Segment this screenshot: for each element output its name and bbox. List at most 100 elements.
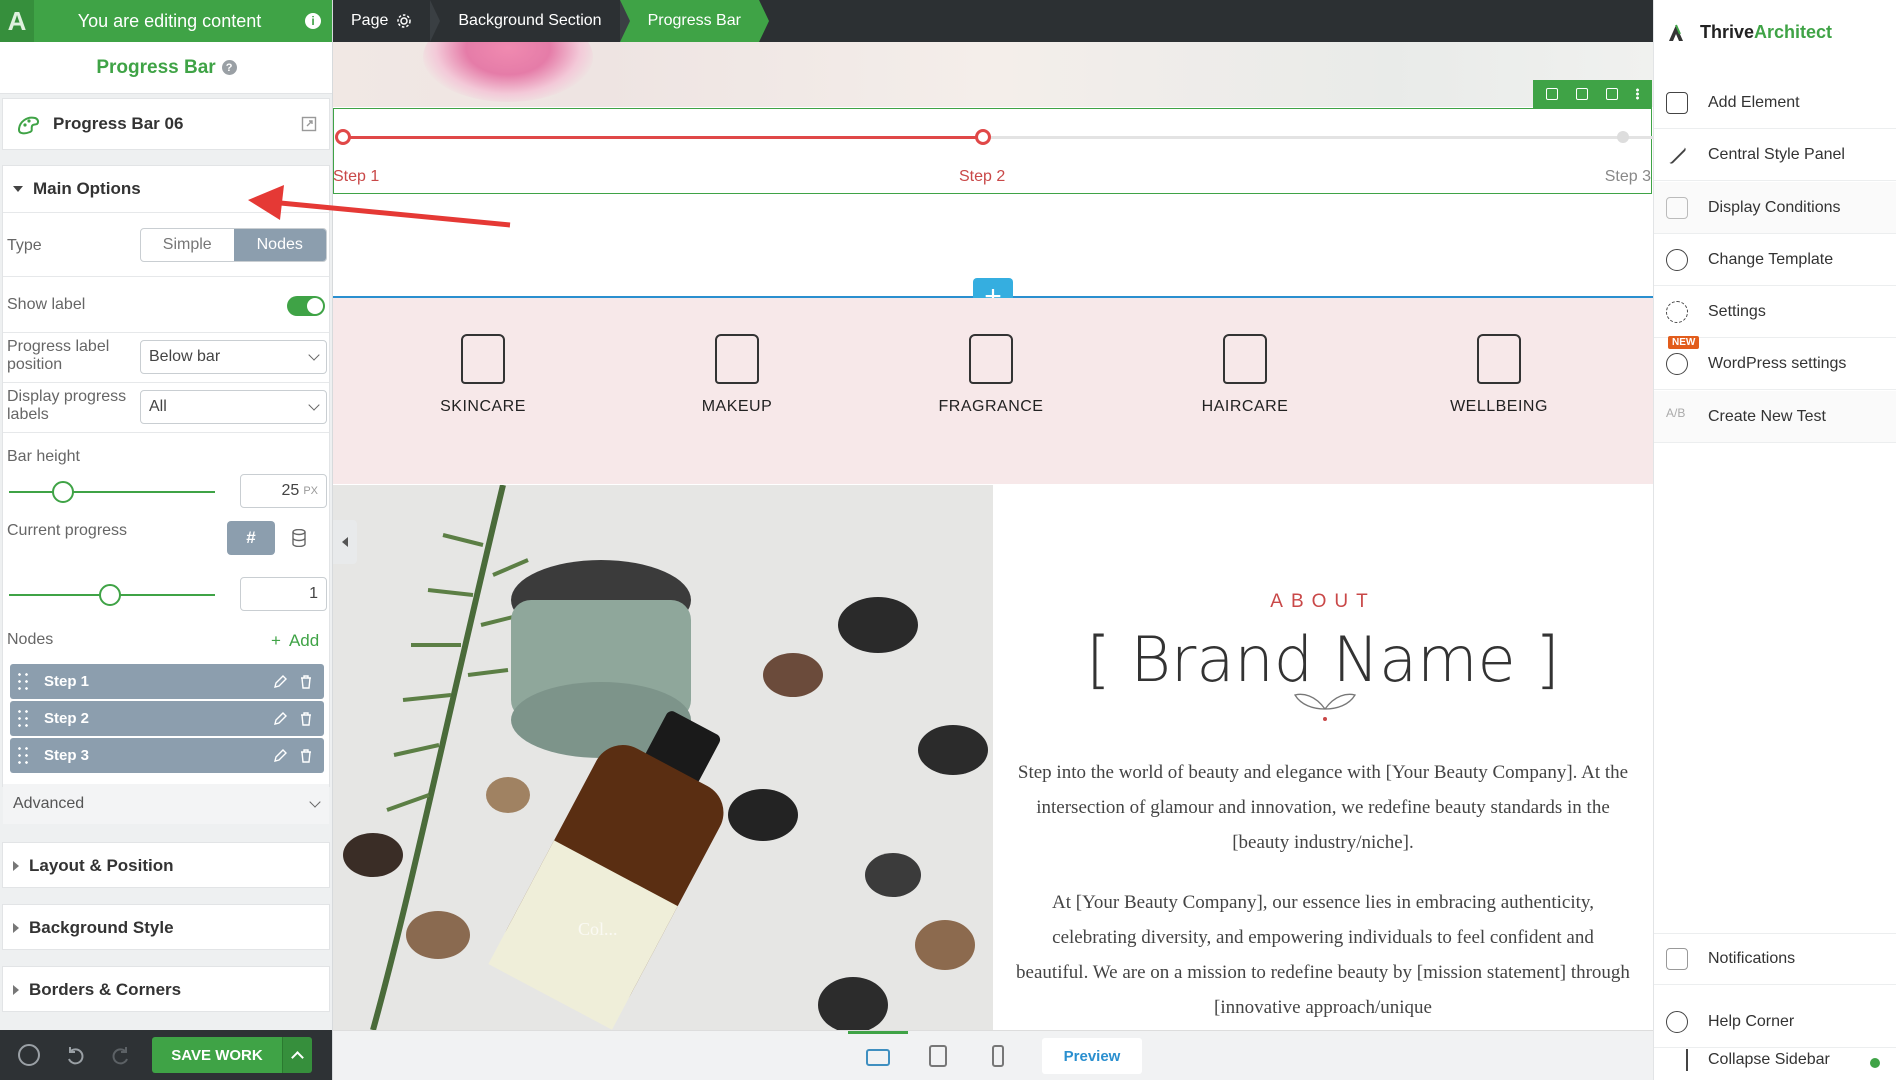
label-position-label: Progress label position (7, 338, 110, 373)
edit-icon[interactable] (272, 674, 288, 690)
category-item[interactable]: FRAGRANCE (891, 334, 1091, 416)
save-work-button[interactable]: SAVE WORK (152, 1037, 282, 1073)
mobile-view-button[interactable] (968, 1031, 1028, 1080)
sidebar-item-display-conditions[interactable]: Display Conditions (1654, 182, 1896, 234)
node-item[interactable]: Step 3 (10, 738, 324, 773)
sidebar-item-settings[interactable]: Settings (1654, 286, 1896, 338)
sidebar-item-create-new-test[interactable]: A/B Create New Test (1654, 391, 1896, 443)
status-indicator (1870, 1058, 1880, 1068)
drag-handle-icon[interactable] (16, 744, 30, 767)
preview-button[interactable]: Preview (1042, 1038, 1142, 1074)
external-link-icon[interactable] (301, 116, 317, 132)
haircare-icon (1223, 334, 1267, 384)
product-photo: Col... (333, 485, 993, 1030)
layout-position-section[interactable]: Layout & Position (2, 842, 330, 888)
current-progress-slider-thumb[interactable] (99, 584, 121, 606)
sidebar-item-change-template[interactable]: Change Template (1654, 234, 1896, 286)
database-icon[interactable] (291, 529, 307, 547)
element-toolbar (1533, 80, 1652, 108)
editing-notice-bar: A You are editing content i (0, 0, 332, 42)
edit-icon[interactable] (272, 711, 288, 727)
chevron-down-icon (308, 349, 320, 361)
about-paragraph-1[interactable]: Step into the world of beauty and elegan… (1015, 755, 1631, 860)
sidebar-item-wordpress-settings[interactable]: NEW WordPress settings (1654, 336, 1896, 390)
node-item[interactable]: Step 2 (10, 701, 324, 736)
progress-fill (343, 136, 988, 139)
bar-height-slider-thumb[interactable] (52, 481, 74, 503)
edit-icon[interactable] (272, 748, 288, 764)
desktop-icon (866, 1049, 890, 1066)
element-name: Progress Bar 06 (53, 114, 184, 133)
label-position-select[interactable]: Below bar (140, 340, 327, 374)
duplicate-icon[interactable] (1576, 88, 1588, 100)
sidebar-item-label: Settings (1708, 302, 1766, 320)
trash-icon[interactable] (298, 748, 314, 764)
gear-icon[interactable] (396, 13, 412, 29)
more-icon[interactable] (1636, 88, 1639, 100)
category-item[interactable]: HAIRCARE (1145, 334, 1345, 416)
caret-right-icon (13, 923, 19, 933)
sidebar-item-collapse-sidebar[interactable]: Collapse Sidebar (1654, 1040, 1896, 1080)
thrive-logo-icon[interactable]: A (0, 0, 34, 42)
main-options-title: Main Options (33, 179, 141, 198)
borders-corners-section[interactable]: Borders & Corners (2, 966, 330, 1012)
add-node-button[interactable]: + Add (271, 631, 319, 651)
save-options-button[interactable] (282, 1037, 312, 1073)
collapse-panel-handle[interactable] (333, 520, 357, 564)
add-node-label: Add (288, 631, 320, 650)
node-label: Step 1 (44, 673, 90, 690)
gear-icon (1666, 300, 1688, 323)
breadcrumb-label: Page (351, 12, 389, 29)
category-item[interactable]: WELLBEING (1399, 334, 1599, 416)
panel-title-text: Progress Bar (96, 56, 216, 78)
category-item[interactable]: MAKEUP (637, 334, 837, 416)
about-paragraph-2[interactable]: At [Your Beauty Company], our essence li… (1015, 885, 1631, 1025)
chevron-down-icon (309, 796, 321, 808)
section-title: Layout & Position (29, 856, 174, 875)
advanced-toggle[interactable]: Advanced (3, 784, 329, 824)
section-title: Borders & Corners (29, 980, 182, 999)
tablet-view-button[interactable] (908, 1031, 968, 1080)
brand-part-2: Architect (1754, 22, 1833, 42)
sidebar-item-add-element[interactable]: Add Element (1654, 77, 1896, 129)
drag-handle-icon[interactable] (16, 670, 30, 693)
bar-height-input[interactable]: 25 PX (240, 474, 327, 508)
progress-node (335, 129, 351, 145)
trash-icon[interactable] (298, 674, 314, 690)
sidebar-item-notifications[interactable]: Notifications (1654, 933, 1896, 985)
main-options-section: Main Options Type Simple Nodes Show labe… (2, 165, 330, 824)
display-labels-select[interactable]: All (140, 390, 327, 424)
drag-handle-icon[interactable] (16, 707, 30, 730)
category-item[interactable]: SKINCARE (383, 334, 583, 416)
redo-icon[interactable] (110, 1044, 132, 1066)
right-sidebar: Thrive Architect Add Element Central Styl… (1653, 0, 1896, 1080)
trash-icon[interactable] (298, 711, 314, 727)
bar-height-value: 25 (281, 482, 300, 499)
node-item[interactable]: Step 1 (10, 664, 324, 699)
category-label: SKINCARE (440, 398, 526, 415)
desktop-view-button[interactable] (848, 1031, 908, 1080)
device-toolbar: Preview (333, 1030, 1653, 1080)
sidebar-item-label: Display Conditions (1708, 198, 1841, 216)
background-style-section[interactable]: Background Style (2, 904, 330, 950)
breadcrumb-page[interactable]: Page (333, 0, 441, 42)
sidebar-item-label: Collapse Sidebar (1708, 1051, 1830, 1068)
type-simple-option[interactable]: Simple (141, 229, 234, 261)
element-selector[interactable]: Progress Bar 06 (2, 98, 330, 150)
delete-icon[interactable] (1606, 88, 1618, 100)
wordpress-icon (1666, 352, 1688, 375)
chevron-down-icon (308, 399, 320, 411)
bar-height-slider[interactable] (9, 491, 215, 493)
undo-icon[interactable] (64, 1044, 86, 1066)
info-icon[interactable]: i (305, 13, 321, 29)
sidebar-item-central-style-panel[interactable]: Central Style Panel (1654, 129, 1896, 181)
brand-part-1: Thrive (1700, 22, 1755, 42)
progress-number-mode-button[interactable]: # (227, 521, 275, 555)
current-progress-input[interactable]: 1 (240, 577, 327, 611)
history-icon[interactable] (18, 1044, 40, 1066)
show-label-toggle[interactable] (287, 296, 325, 316)
breadcrumb-background-section[interactable]: Background Section (430, 0, 630, 42)
move-icon[interactable] (1546, 88, 1558, 100)
help-icon[interactable]: ? (221, 60, 237, 75)
breadcrumb-progress-bar[interactable]: Progress Bar (619, 0, 769, 42)
